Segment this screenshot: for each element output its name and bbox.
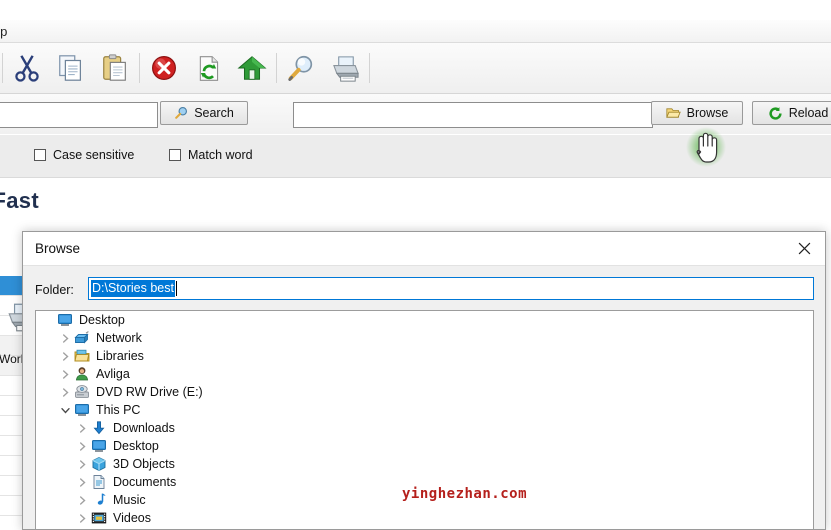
cut-icon bbox=[15, 55, 39, 82]
chevron-right-icon[interactable] bbox=[57, 347, 73, 365]
monitor-icon bbox=[56, 312, 74, 328]
find-button[interactable] bbox=[279, 45, 323, 91]
search-icon bbox=[175, 107, 188, 119]
reload-button[interactable]: Reload bbox=[752, 101, 831, 125]
tree-item-label: Documents bbox=[113, 475, 177, 489]
toolbar-separator bbox=[276, 53, 277, 83]
chevron-right-icon[interactable] bbox=[74, 491, 90, 509]
tree-item-label: 3D Objects bbox=[113, 457, 175, 471]
menu-item-help[interactable]: elp bbox=[0, 23, 15, 40]
chevron-right-icon[interactable] bbox=[57, 365, 73, 383]
reload-icon bbox=[769, 106, 782, 120]
tree-item-label: Network bbox=[96, 331, 142, 345]
tree-item-desktop[interactable]: Desktop bbox=[36, 437, 813, 455]
document-icon bbox=[90, 474, 108, 490]
dialog-title: Browse bbox=[35, 241, 81, 256]
case-sensitive-checkbox[interactable] bbox=[34, 149, 46, 161]
watermark: yinghezhan.com bbox=[402, 486, 528, 502]
home-icon bbox=[237, 56, 267, 80]
chevron-down-icon[interactable] bbox=[57, 401, 73, 419]
toolbar-separator bbox=[2, 53, 3, 83]
chevron-right-icon[interactable] bbox=[74, 437, 90, 455]
tree-item-dvd-rw-drive-e[interactable]: DVD RW Drive (E:) bbox=[36, 383, 813, 401]
chevron-right-icon[interactable] bbox=[74, 419, 90, 437]
page-title: kFast bbox=[0, 188, 39, 213]
monitor-icon bbox=[73, 402, 91, 418]
home-button[interactable] bbox=[230, 45, 274, 91]
text-caret bbox=[175, 281, 177, 296]
search-bar: Search Browse Reload bbox=[0, 94, 831, 134]
paste-icon bbox=[103, 54, 126, 81]
chevron-right-icon[interactable] bbox=[57, 329, 73, 347]
libraries-icon bbox=[73, 348, 91, 364]
folder-label: Folder: bbox=[35, 283, 74, 297]
match-word-option[interactable]: Match word bbox=[169, 148, 253, 162]
copy-button[interactable] bbox=[49, 45, 93, 91]
chevron-right-icon[interactable] bbox=[74, 473, 90, 491]
tree-item-this-pc[interactable]: This PC bbox=[36, 401, 813, 419]
tree-item-label: DVD RW Drive (E:) bbox=[96, 385, 203, 399]
chevron-right-icon[interactable] bbox=[74, 509, 90, 527]
video-icon bbox=[90, 510, 108, 526]
print-button[interactable] bbox=[323, 45, 367, 91]
network-icon bbox=[73, 330, 91, 346]
tree-item-label: Videos bbox=[113, 511, 151, 525]
close-button[interactable] bbox=[783, 232, 825, 265]
paste-button[interactable] bbox=[93, 45, 137, 91]
delete-button[interactable] bbox=[142, 45, 186, 91]
find-icon bbox=[288, 55, 313, 81]
tree-item-label: This PC bbox=[96, 403, 141, 417]
print-icon bbox=[332, 55, 359, 82]
copy-icon bbox=[59, 55, 81, 81]
folder-open-icon bbox=[665, 108, 681, 118]
tree-item-downloads[interactable]: Downloads bbox=[36, 419, 813, 437]
chevron-right-icon[interactable] bbox=[74, 455, 90, 473]
search-button-label: Search bbox=[194, 106, 234, 120]
music-icon bbox=[90, 492, 108, 508]
tree-item-label: Music bbox=[113, 493, 146, 507]
tree-item-label: Libraries bbox=[96, 349, 144, 363]
tree-item-videos[interactable]: Videos bbox=[36, 509, 813, 527]
no-chevron bbox=[40, 311, 56, 329]
browse-button-label: Browse bbox=[686, 106, 729, 120]
chevron-right-icon[interactable] bbox=[57, 383, 73, 401]
dialog-title-bar: Browse bbox=[23, 232, 825, 266]
tree-item-label: Desktop bbox=[113, 439, 159, 453]
case-sensitive-label: Case sensitive bbox=[53, 148, 135, 162]
tree-item-avliga[interactable]: Avliga bbox=[36, 365, 813, 383]
delete-icon bbox=[152, 56, 176, 80]
tree-item-network[interactable]: Network bbox=[36, 329, 813, 347]
disc-icon bbox=[73, 384, 91, 400]
path-input[interactable] bbox=[293, 102, 653, 128]
match-word-label: Match word bbox=[188, 148, 253, 162]
tree-item-libraries[interactable]: Libraries bbox=[36, 347, 813, 365]
toolbar-separator bbox=[139, 53, 140, 83]
browse-button[interactable]: Browse bbox=[651, 101, 743, 125]
refresh-button[interactable] bbox=[186, 45, 230, 91]
refresh-icon bbox=[199, 55, 218, 81]
tree-item-desktop[interactable]: Desktop bbox=[36, 311, 813, 329]
toolbar bbox=[0, 43, 831, 94]
options-bar: Case sensitive Match word bbox=[0, 135, 831, 178]
match-word-checkbox[interactable] bbox=[169, 149, 181, 161]
tree-item-label: Avliga bbox=[96, 367, 130, 381]
cube-icon bbox=[90, 456, 108, 472]
search-button[interactable]: Search bbox=[160, 101, 248, 125]
search-input[interactable] bbox=[0, 102, 158, 128]
folder-input[interactable]: D:\Stories best bbox=[88, 277, 814, 300]
user-icon bbox=[73, 366, 91, 382]
tree-item-label: Desktop bbox=[79, 313, 125, 327]
monitor-icon bbox=[90, 438, 108, 454]
download-icon bbox=[90, 420, 108, 436]
folder-input-value: D:\Stories best bbox=[91, 280, 175, 297]
tree-item-label: Downloads bbox=[113, 421, 175, 435]
reload-button-label: Reload bbox=[788, 106, 829, 120]
cut-button[interactable] bbox=[5, 45, 49, 91]
close-icon bbox=[798, 242, 810, 255]
menu-bar: elp bbox=[0, 20, 831, 43]
toolbar-separator bbox=[369, 53, 370, 83]
case-sensitive-option[interactable]: Case sensitive bbox=[34, 148, 134, 162]
tree-item-3d-objects[interactable]: 3D Objects bbox=[36, 455, 813, 473]
